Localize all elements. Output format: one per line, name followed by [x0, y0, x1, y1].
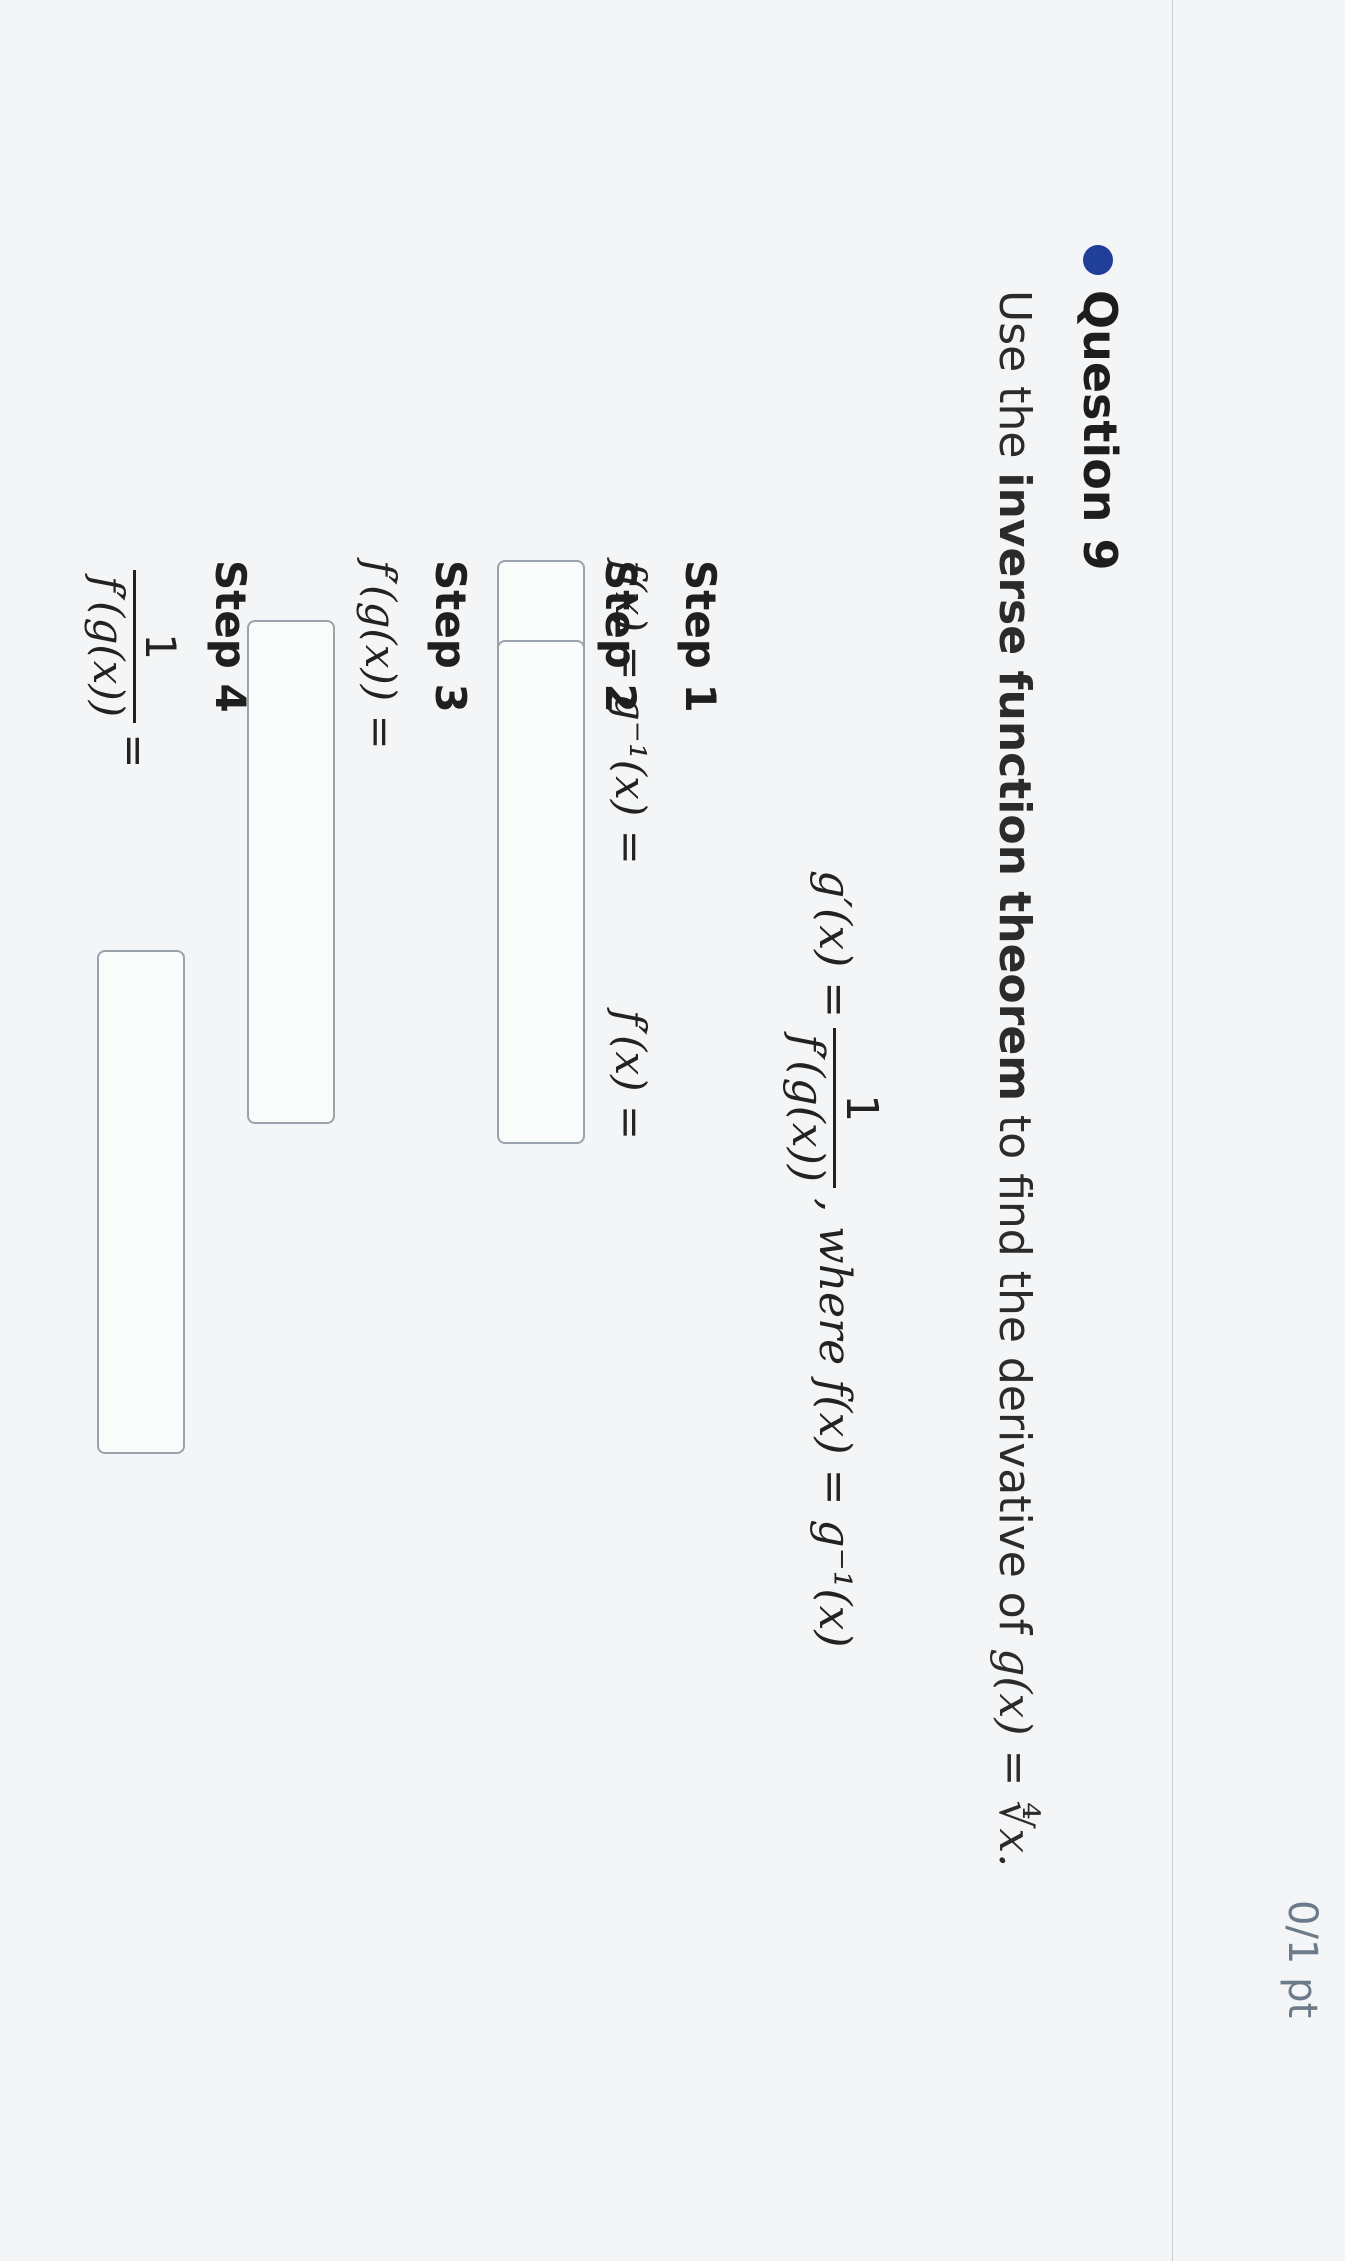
step-3-answer-input[interactable] — [247, 620, 335, 1124]
formula-fraction: 1 f′(g(x)) — [782, 1028, 888, 1189]
step-1-label: Step 1 — [676, 560, 725, 713]
prompt-function: g(x) = ∜x. — [989, 1648, 1040, 1868]
step-4-expression: 1 f′(g(x)) = — [84, 560, 185, 768]
question-page: 0/1 pt Question 9 Use the inverse functi… — [0, 0, 1345, 2261]
question-prompt: Use the inverse function theorem to find… — [989, 290, 1040, 1867]
divider — [1172, 0, 1173, 2261]
prompt-bold: inverse function theorem — [989, 472, 1040, 1102]
formula-lhs: g′(x) = — [809, 870, 861, 1019]
prompt-suffix: to find the derivative of — [989, 1101, 1040, 1649]
step-4-denominator: f′(g(x)) — [84, 576, 133, 718]
theorem-formula: g′(x) = 1 f′(g(x)) , where f(x) = g⁻¹(x) — [765, 870, 905, 1648]
fraction-bar — [133, 570, 136, 724]
step-4-equals: = — [110, 733, 159, 769]
formula-denominator: f′(g(x)) — [782, 1034, 834, 1183]
step-3-expression: f′(g(x)) = — [356, 560, 405, 750]
score-top: 0/1 pt — [1279, 1900, 1325, 2019]
step-2-expression: f′(x) = — [606, 1010, 655, 1141]
step-3-label: Step 3 — [426, 560, 475, 713]
step-2-label: Step 2 — [596, 560, 645, 713]
question-title: Question 9 — [1073, 290, 1127, 571]
step-4-numerator: 1 — [136, 633, 185, 660]
step-2-answer-input[interactable] — [497, 640, 585, 1144]
step-4-label: Step 4 — [206, 560, 255, 713]
question-status-dot — [1083, 245, 1113, 275]
step-4-fraction: 1 f′(g(x)) — [84, 570, 185, 724]
fraction-bar — [833, 1028, 837, 1189]
rotated-screen: 0/1 pt Question 9 Use the inverse functi… — [0, 0, 1345, 2261]
step-4-answer-input[interactable] — [97, 950, 185, 1454]
prompt-prefix: Use the — [989, 290, 1040, 473]
formula-rhs: , where f(x) = g⁻¹(x) — [809, 1198, 861, 1648]
formula-numerator: 1 — [836, 1094, 888, 1123]
